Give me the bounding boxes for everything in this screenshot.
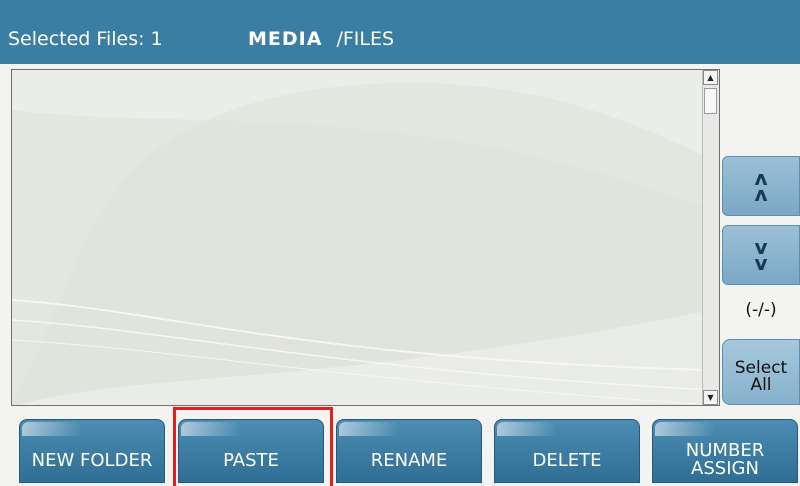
delete-button[interactable]: DELETE xyxy=(494,419,640,483)
path-root: MEDIA xyxy=(248,28,323,50)
selected-files-count: 1 xyxy=(150,28,163,50)
triangle-up-icon: ▲ xyxy=(707,73,714,82)
paste-button[interactable]: PASTE xyxy=(178,419,324,483)
current-path: MEDIA/FILES xyxy=(248,28,394,50)
delete-label: DELETE xyxy=(532,450,602,471)
selected-files-indicator: Selected Files: 1 xyxy=(8,28,163,50)
file-list[interactable]: ▲ ▼ xyxy=(11,69,720,406)
select-all-label-line2: All xyxy=(750,375,772,395)
triangle-down-icon: ▼ xyxy=(707,393,714,402)
page-down-button[interactable]: vv xyxy=(722,225,800,285)
background-swoosh xyxy=(12,70,713,405)
page-up-button[interactable]: ʌʌ xyxy=(722,156,800,216)
new-folder-label: NEW FOLDER xyxy=(31,450,153,471)
selected-files-label: Selected Files: xyxy=(8,28,145,50)
scroll-thumb[interactable] xyxy=(704,88,717,114)
scroll-down-button[interactable]: ▼ xyxy=(703,390,718,405)
double-chevron-up-icon: ʌʌ xyxy=(754,166,768,206)
page-counter: (-/-) xyxy=(745,300,777,320)
scroll-up-button[interactable]: ▲ xyxy=(703,70,718,85)
paste-label: PASTE xyxy=(223,450,279,471)
vertical-scrollbar[interactable]: ▲ ▼ xyxy=(702,70,719,405)
new-folder-button[interactable]: NEW FOLDER xyxy=(19,419,165,483)
number-assign-label-line2: ASSIGN xyxy=(691,458,759,479)
rename-button[interactable]: RENAME xyxy=(336,419,482,483)
rename-label: RENAME xyxy=(370,450,448,471)
number-assign-button[interactable]: NUMBER ASSIGN xyxy=(652,419,798,483)
path-sub: /FILES xyxy=(336,28,395,50)
select-all-button[interactable]: Select All xyxy=(722,339,800,405)
double-chevron-down-icon: vv xyxy=(754,235,768,275)
title-bar: Selected Files: 1 MEDIA/FILES xyxy=(0,0,800,64)
